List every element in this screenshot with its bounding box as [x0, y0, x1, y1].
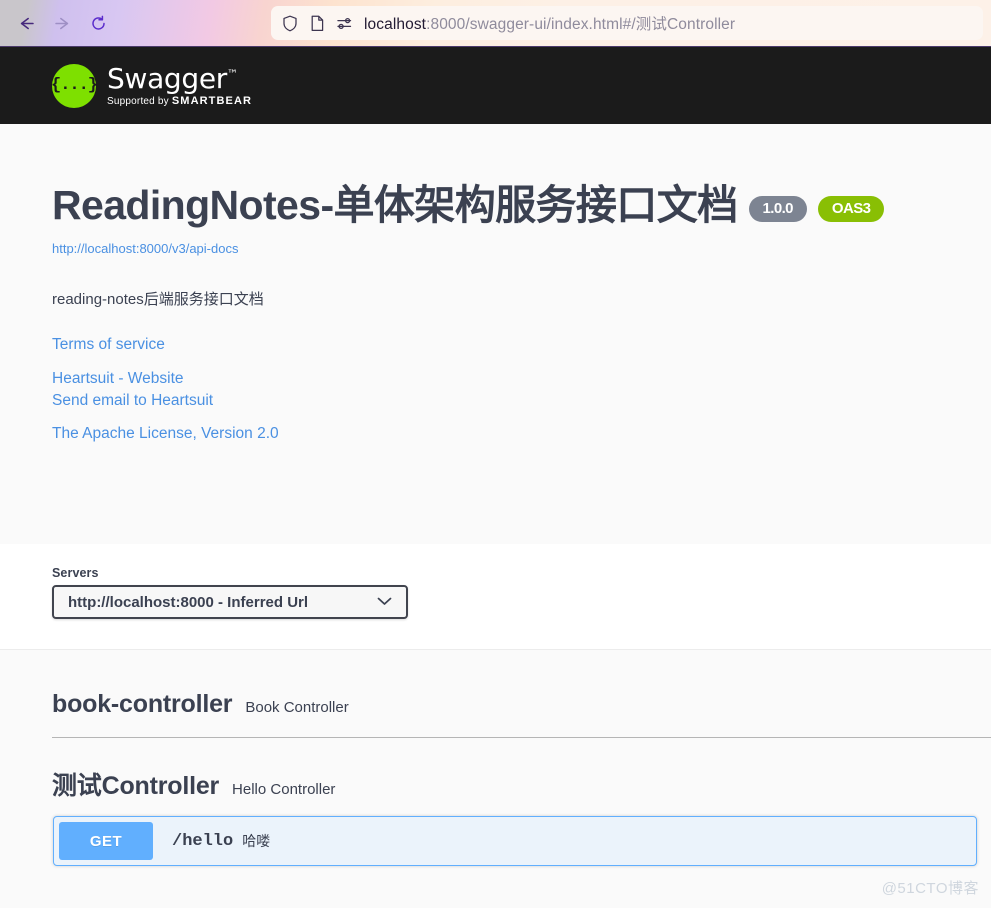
shield-icon[interactable]: [281, 14, 299, 32]
tag-name: book-controller: [52, 690, 233, 718]
url-text[interactable]: localhost:8000/swagger-ui/index.html#/测试…: [364, 12, 735, 34]
supported-prefix: Supported by: [107, 95, 169, 107]
tag-description: Book Controller: [245, 699, 349, 716]
swagger-supported-by: Supported by SMARTBEAR: [107, 94, 253, 107]
page-root: localhost:8000/swagger-ui/index.html#/测试…: [0, 0, 991, 908]
page-title: ReadingNotes-单体架构服务接口文档 1.0.0 OAS3: [52, 182, 939, 228]
http-method-badge: GET: [59, 822, 153, 860]
tag-header-book-controller[interactable]: book-controller Book Controller: [52, 650, 977, 737]
browser-nav-buttons: [0, 7, 116, 39]
tag-name: 测试Controller: [52, 772, 220, 800]
smartbear-brand: SMARTBEAR: [171, 94, 253, 107]
license-link[interactable]: The Apache License, Version 2.0: [52, 423, 939, 445]
reload-button[interactable]: [80, 7, 116, 39]
tag-section-book-controller: book-controller Book Controller: [0, 650, 991, 737]
api-docs-link[interactable]: http://localhost:8000/v3/api-docs: [52, 241, 939, 256]
servers-block: Servers http://localhost:8000 - Inferred…: [0, 544, 991, 650]
page-document-icon[interactable]: [308, 14, 326, 32]
version-badge: 1.0.0: [748, 195, 807, 222]
swagger-logo[interactable]: {...} Swagger™ Supported by SMARTBEAR: [51, 61, 253, 108]
swagger-logo-text: Swagger™ Supported by SMARTBEAR: [107, 61, 253, 107]
tag-description: Hello Controller: [232, 781, 336, 798]
chevron-down-icon: [377, 593, 392, 611]
arrow-left-icon: [20, 17, 34, 29]
servers-label: Servers: [52, 566, 99, 580]
tag-header-ceshi-controller[interactable]: 测试Controller Hello Controller: [52, 738, 977, 816]
oas-badge: OAS3: [817, 195, 885, 222]
swagger-brand: Swagger™: [107, 61, 252, 95]
contact-website-link[interactable]: Heartsuit - Website: [52, 368, 939, 390]
swagger-topbar: {...} Swagger™ Supported by SMARTBEAR: [0, 47, 991, 124]
operation-summary: 哈喽: [242, 833, 271, 849]
url-path: :8000/swagger-ui/index.html#/测试Controlle…: [426, 16, 736, 33]
api-tags-area: book-controller Book Controller 测试Contro…: [0, 650, 991, 908]
operations-list: GET /hello 哈喽: [0, 816, 991, 866]
terms-of-service-link[interactable]: Terms of service: [52, 334, 939, 356]
tag-section-ceshi-controller: 测试Controller Hello Controller: [0, 738, 991, 816]
url-bar[interactable]: localhost:8000/swagger-ui/index.html#/测试…: [271, 6, 983, 40]
url-host: localhost: [364, 16, 427, 33]
api-info-block: ReadingNotes-单体架构服务接口文档 1.0.0 OAS3 http:…: [0, 124, 991, 544]
swagger-logo-icon: {...}: [51, 63, 98, 108]
server-select-value: http://localhost:8000 - Inferred Url: [68, 593, 309, 611]
operation-get-hello[interactable]: GET /hello 哈喽: [53, 816, 977, 866]
swagger-brand-word: Swagger: [107, 61, 228, 95]
browser-toolbar: localhost:8000/swagger-ui/index.html#/测试…: [0, 0, 991, 47]
info-links: Terms of service Heartsuit - Website Sen…: [52, 334, 939, 444]
back-button[interactable]: [8, 7, 44, 39]
operation-path: /hello: [172, 831, 234, 851]
reload-icon: [91, 15, 105, 30]
api-title-text: ReadingNotes-单体架构服务接口文档: [52, 182, 738, 228]
swagger-trademark: ™: [227, 67, 238, 81]
contact-email-link[interactable]: Send email to Heartsuit: [52, 390, 939, 412]
swagger-logo-glyph: {...}: [51, 76, 98, 95]
permissions-sliders-icon[interactable]: [335, 14, 353, 32]
forward-button[interactable]: [44, 7, 80, 39]
api-description: reading-notes后端服务接口文档: [52, 291, 264, 309]
server-select[interactable]: http://localhost:8000 - Inferred Url: [52, 585, 408, 619]
arrow-right-icon: [54, 17, 68, 29]
